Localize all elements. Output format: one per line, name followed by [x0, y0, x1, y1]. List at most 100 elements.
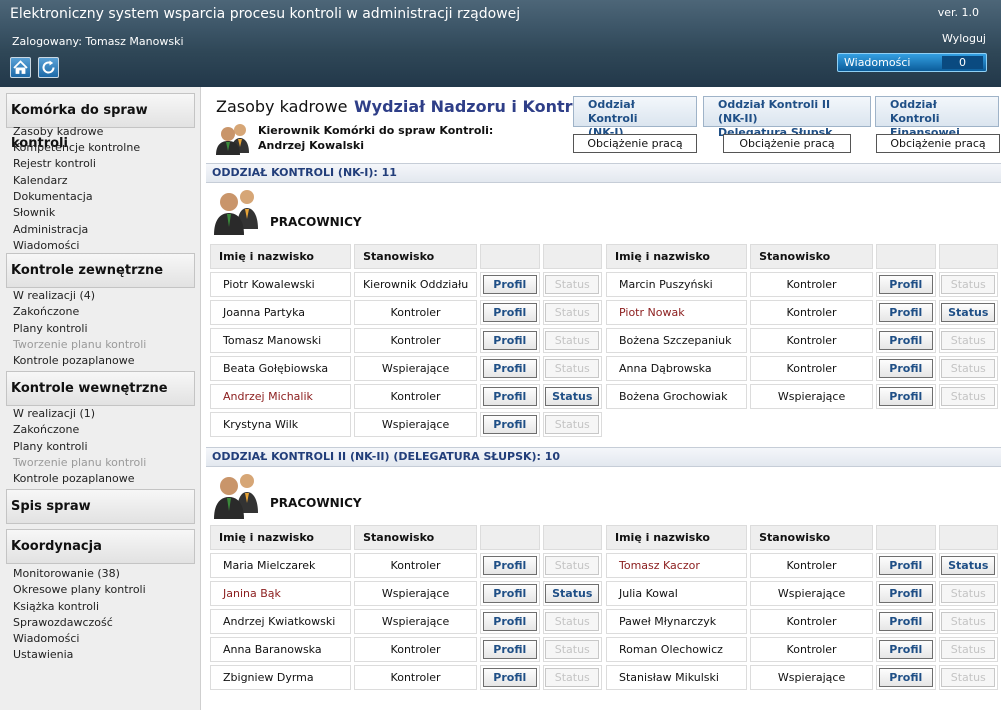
refresh-button[interactable] [38, 57, 59, 78]
unit-button-nk2-line1: Oddział Kontroli II (NK-II) [718, 98, 831, 125]
manager-role: Kierownik Komórki do spraw Kontroli: [258, 124, 494, 137]
sidebar-item[interactable]: Tworzenie planu kontroli [13, 338, 146, 352]
profile-button[interactable]: Profil [878, 387, 933, 406]
sidebar-item[interactable]: Plany kontroli [13, 322, 88, 336]
profile-button[interactable]: Profil [482, 668, 537, 687]
sidebar-item[interactable]: W realizacji (4) [13, 289, 95, 303]
employee-position: Kontroler [354, 384, 478, 409]
profile-button[interactable]: Profil [878, 331, 933, 350]
sidebar-item[interactable]: Rejestr kontroli [13, 157, 96, 171]
page-subtitle: Wydział Nadzoru i Kontroli [354, 97, 595, 116]
sidebar-item[interactable]: Ustawienia [13, 648, 73, 662]
sidebar-item[interactable]: Tworzenie planu kontroli [13, 456, 146, 470]
status-button: Status [941, 640, 996, 659]
status-button[interactable]: Status [941, 303, 996, 322]
workload-button-nk2[interactable]: Obciążenie pracą [723, 134, 851, 153]
page-title: Zasoby kadrowe [216, 97, 348, 116]
department-header: ODDZIAŁ KONTROLI (NK-I): 11 [206, 163, 1001, 183]
profile-button[interactable]: Profil [878, 584, 933, 603]
workload-button-nk1[interactable]: Obciążenie pracą [573, 134, 697, 153]
profile-button[interactable]: Profil [482, 387, 537, 406]
sidebar-item[interactable]: Dokumentacja [13, 190, 93, 204]
sidebar-section-kontrole-wewnetrzne[interactable]: Kontrole wewnętrzne [6, 371, 195, 406]
profile-button[interactable]: Profil [878, 612, 933, 631]
profile-button[interactable]: Profil [482, 359, 537, 378]
logout-link[interactable]: Wyloguj [942, 32, 986, 45]
table-row: Anna Dąbrowska Kontroler Profil Status [606, 356, 998, 381]
sidebar-item[interactable]: Kalendarz [13, 174, 68, 188]
unit-button-nk3[interactable]: Oddział Kontroli Finansowej (NK-III) [875, 96, 999, 153]
column-header-name: Imię i nazwisko [606, 244, 748, 269]
sidebar-item[interactable]: Książka kontroli [13, 600, 99, 614]
unit-button-nk1[interactable]: Oddział Kontroli (NK-I) [573, 96, 697, 139]
profile-button[interactable]: Profil [878, 303, 933, 322]
profile-button[interactable]: Profil [878, 359, 933, 378]
table-row: Stanisław Mikulski Wspierające Profil Statu… [606, 665, 998, 690]
sidebar-item[interactable]: Kontrole pozaplanowe [13, 354, 134, 368]
status-cell: Status [938, 272, 998, 297]
table-row: Zbigniew Dyrma Kontroler Profil Status [210, 665, 602, 690]
profile-button[interactable]: Profil [482, 331, 537, 350]
profile-cell: Profil [876, 300, 936, 325]
employee-position: Kierownik Oddziału [354, 272, 478, 297]
status-button: Status [545, 415, 600, 434]
messages-button[interactable]: Wiadomości 0 [837, 53, 987, 72]
workload-button-nk3[interactable]: Obciążenie pracą [876, 134, 1000, 153]
column-header-name: Imię i nazwisko [606, 525, 748, 550]
profile-button[interactable]: Profil [482, 612, 537, 631]
status-button[interactable]: Status [545, 584, 600, 603]
sidebar-item[interactable]: Administracja [13, 223, 88, 237]
sidebar-section-spis-spraw[interactable]: Spis spraw [6, 489, 195, 524]
status-cell: Status [938, 637, 998, 662]
profile-button[interactable]: Profil [878, 668, 933, 687]
employees-table: Imię i nazwisko Stanowisko Piotr Kowalewsk… [207, 241, 605, 440]
employee-position: Kontroler [354, 665, 478, 690]
sidebar-item[interactable]: Monitorowanie (38) [13, 567, 120, 581]
sidebar-section-komorka[interactable]: Komórka do spraw kontroli [6, 93, 195, 151]
status-cell: Status [542, 665, 602, 690]
sidebar-item[interactable]: Sprawozdawczość [13, 616, 113, 630]
profile-button[interactable]: Profil [878, 275, 933, 294]
profile-button[interactable]: Profil [482, 303, 537, 322]
employee-name: Stanisław Mikulski [606, 665, 748, 690]
home-button[interactable] [10, 57, 31, 78]
main-content: Zasoby kadrowe Wydział Nadzoru i Kontrol… [206, 87, 1001, 710]
status-cell: Status [542, 356, 602, 381]
employee-name: Paweł Młynarczyk [606, 609, 748, 634]
profile-button[interactable]: Profil [878, 640, 933, 659]
sidebar-item[interactable]: W realizacji (1) [13, 407, 95, 421]
sidebar-item[interactable]: Zakończone [13, 305, 79, 319]
sidebar-item[interactable]: Zakończone [13, 423, 79, 437]
sidebar-item[interactable]: Zasoby kadrowe [13, 125, 103, 139]
table-row: Maria Mielczarek Kontroler Profil Status [210, 553, 602, 578]
profile-button[interactable]: Profil [482, 415, 537, 434]
profile-button[interactable]: Profil [482, 640, 537, 659]
profile-cell: Profil [876, 356, 936, 381]
employees-table: Imię i nazwisko Stanowisko Marcin Puszyńsk… [603, 241, 1001, 412]
profile-cell: Profil [876, 384, 936, 409]
status-button[interactable]: Status [545, 387, 600, 406]
sidebar-section-kontrole-zewnetrzne[interactable]: Kontrole zewnętrzne [6, 253, 195, 288]
profile-button[interactable]: Profil [482, 584, 537, 603]
home-icon [13, 60, 28, 74]
sidebar-item[interactable]: Wiadomości [13, 239, 79, 253]
sidebar-item[interactable]: Kompetencje kontrolne [13, 141, 140, 155]
employee-position: Kontroler [354, 637, 478, 662]
sidebar-section-koordynacja[interactable]: Koordynacja [6, 529, 195, 564]
unit-button-nk2[interactable]: Oddział Kontroli II (NK-II) Delegatura S… [703, 96, 871, 139]
status-button[interactable]: Status [941, 556, 996, 575]
unit-button-nk3-line1: Oddział Kontroli [890, 98, 940, 125]
profile-button[interactable]: Profil [482, 275, 537, 294]
sidebar-item[interactable]: Słownik [13, 206, 55, 220]
profile-button[interactable]: Profil [878, 556, 933, 575]
sidebar-item[interactable]: Kontrole pozaplanowe [13, 472, 134, 486]
column-header-profile [480, 525, 540, 550]
sidebar-item[interactable]: Wiadomości [13, 632, 79, 646]
column-header-status [938, 525, 998, 550]
sidebar-item[interactable]: Plany kontroli [13, 440, 88, 454]
column-header-status [542, 244, 602, 269]
profile-cell: Profil [480, 300, 540, 325]
status-button: Status [941, 612, 996, 631]
profile-button[interactable]: Profil [482, 556, 537, 575]
sidebar-item[interactable]: Okresowe plany kontroli [13, 583, 146, 597]
